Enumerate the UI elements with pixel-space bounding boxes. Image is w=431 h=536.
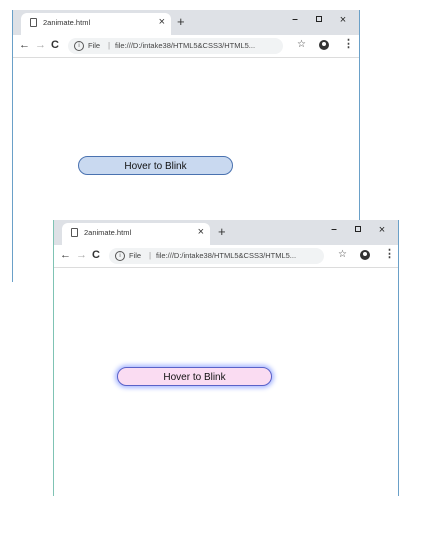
title-bar: 2animate.html × + – ×: [13, 10, 359, 35]
tab-close-icon[interactable]: ×: [159, 16, 165, 28]
account-icon[interactable]: [360, 250, 370, 260]
tab-title: 2animate.html: [84, 228, 132, 237]
maximize-button[interactable]: [313, 14, 325, 26]
tab-2animate[interactable]: 2animate.html ×: [62, 223, 210, 245]
back-button[interactable]: ←: [19, 39, 30, 52]
tab-title: 2animate.html: [43, 18, 91, 27]
reload-button[interactable]: C: [51, 39, 59, 52]
file-icon: [71, 228, 78, 237]
star-icon[interactable]: ☆: [297, 39, 306, 51]
tab-close-icon[interactable]: ×: [198, 226, 204, 238]
browser-toolbar: ← → C i File | file:///D:/intake38/HTML5…: [54, 245, 398, 268]
hover-to-blink-button[interactable]: Hover to Blink: [78, 156, 233, 175]
address-bar[interactable]: i File | file:///D:/intake38/HTML5&CSS3/…: [68, 38, 283, 54]
scheme-label: File: [129, 251, 142, 260]
screenshot-stage: 2animate.html × + – × ← → C i File | fil…: [0, 0, 431, 536]
maximize-icon: [316, 16, 322, 22]
back-button[interactable]: ←: [60, 249, 71, 262]
tab-2animate[interactable]: 2animate.html ×: [21, 13, 171, 35]
address-separator: |: [149, 251, 152, 260]
address-separator: |: [108, 41, 111, 50]
star-icon[interactable]: ☆: [338, 249, 347, 261]
close-window-button[interactable]: ×: [337, 14, 349, 26]
url-text[interactable]: file:///D:/intake38/HTML5&CSS3/HTML5...: [115, 41, 255, 50]
account-icon[interactable]: [319, 40, 329, 50]
browser-window-hovered: 2animate.html × + – × ← → C i File | fil…: [53, 220, 399, 496]
minimize-button[interactable]: –: [328, 224, 340, 236]
info-icon[interactable]: i: [115, 251, 125, 261]
reload-button[interactable]: C: [92, 249, 100, 262]
forward-button[interactable]: →: [76, 249, 87, 262]
menu-icon[interactable]: ⋮: [384, 248, 395, 261]
maximize-icon: [355, 226, 361, 232]
new-tab-button[interactable]: +: [177, 15, 185, 28]
info-icon[interactable]: i: [74, 41, 84, 51]
maximize-button[interactable]: [352, 224, 364, 236]
close-window-button[interactable]: ×: [376, 224, 388, 236]
forward-button[interactable]: →: [35, 39, 46, 52]
title-bar: 2animate.html × + – ×: [54, 220, 398, 245]
file-icon: [30, 18, 37, 27]
minimize-button[interactable]: –: [289, 14, 301, 26]
url-text[interactable]: file:///D:/intake38/HTML5&CSS3/HTML5...: [156, 251, 296, 260]
address-bar[interactable]: i File | file:///D:/intake38/HTML5&CSS3/…: [109, 248, 324, 264]
hover-to-blink-button-hovered[interactable]: Hover to Blink: [117, 367, 272, 386]
new-tab-button[interactable]: +: [218, 225, 226, 238]
browser-toolbar: ← → C i File | file:///D:/intake38/HTML5…: [13, 35, 359, 58]
scheme-label: File: [88, 41, 101, 50]
menu-icon[interactable]: ⋮: [343, 38, 354, 51]
